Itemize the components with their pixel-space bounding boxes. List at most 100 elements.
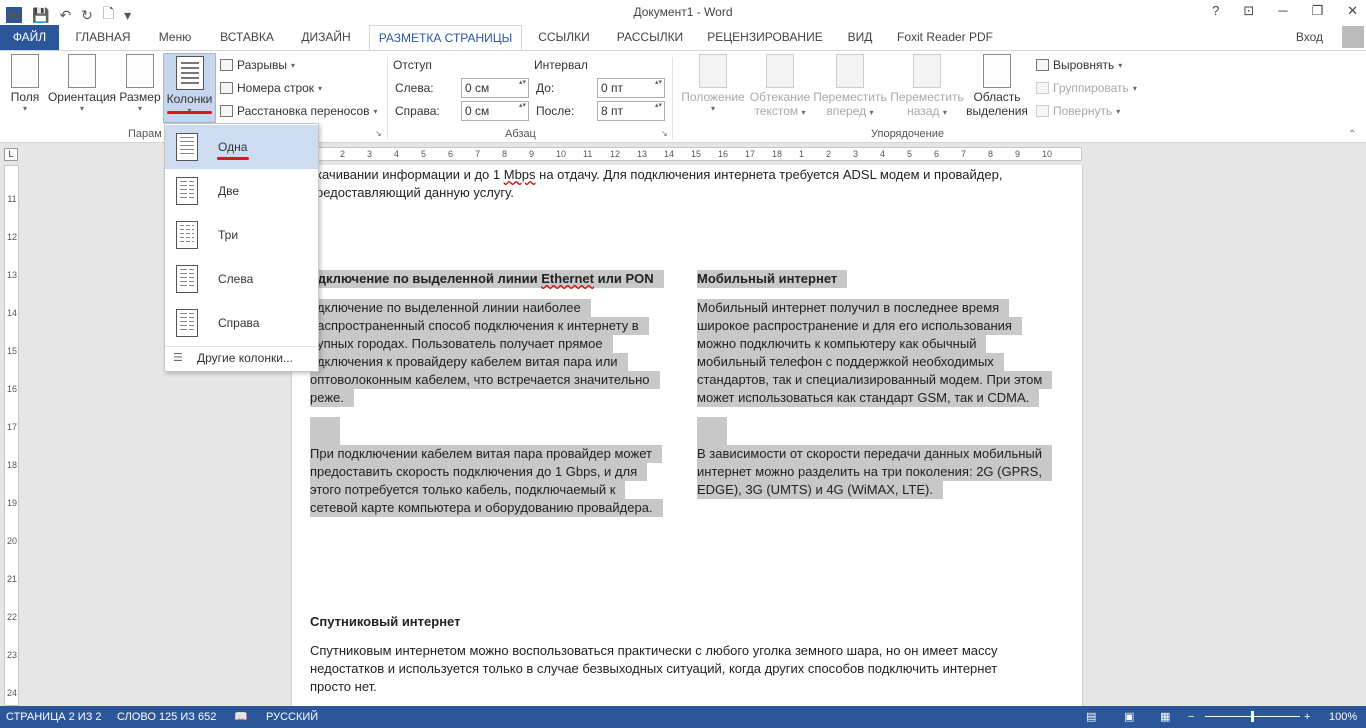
tab-menu[interactable]: Меню [150, 25, 200, 50]
columns-option-label: Слева [218, 272, 254, 286]
hyphenation-button[interactable]: Расстановка переносов ▾ [220, 104, 378, 118]
zoom-slider-handle[interactable] [1251, 711, 1254, 722]
columns-option-three[interactable]: Три [165, 213, 318, 257]
selection-pane-label-2: выделения [966, 104, 1028, 118]
zoom-in-icon[interactable]: + [1304, 706, 1310, 728]
language[interactable]: РУССКИЙ [266, 706, 318, 728]
breaks-button[interactable]: Разрывы ▾ [220, 58, 295, 72]
rotate-icon [1036, 105, 1049, 117]
tab-view[interactable]: ВИД [838, 25, 882, 50]
close-icon[interactable]: ✕ [1347, 3, 1358, 19]
more-columns-icon: ☰ [173, 352, 183, 364]
rotate-button[interactable]: Повернуть ▾ [1036, 104, 1120, 118]
group-divider [387, 57, 388, 139]
text-line: одключение по выделенной линии наиболее [310, 299, 591, 317]
orientation-button[interactable]: Ориентация ▾ [46, 54, 118, 113]
chevron-down-icon: ▾ [373, 106, 378, 116]
dialog-launcher-icon[interactable]: ↘ [661, 129, 668, 138]
tab-file[interactable]: ФАЙЛ [0, 25, 59, 50]
spacing-title: Интервал [534, 58, 588, 72]
word-count[interactable]: СЛОВО 125 ИЗ 652 [117, 706, 216, 728]
ruler-tick-label: 11 [583, 149, 593, 159]
columns-option-right[interactable]: Справа [165, 301, 318, 345]
spacing-after-input[interactable]: 8 пт [597, 101, 665, 121]
selection-pane-label: Область [973, 90, 1021, 104]
spacing-before-input[interactable]: 0 пт [597, 78, 665, 98]
wrap-text-label-2: текстом ▾ [754, 104, 806, 118]
web-layout-icon[interactable]: ▦ [1160, 706, 1170, 728]
size-icon [126, 54, 154, 88]
columns-dropdown-menu: Одна Две Три Слева Справа ☰ Другие колон… [164, 123, 319, 372]
align-label: Выровнять [1053, 58, 1115, 72]
document-page[interactable]: качивании информации и до 1 Mbps на отда… [291, 165, 1083, 706]
wrap-text-button[interactable]: Обтекание текстом ▾ [748, 54, 812, 118]
ruler-tick-label: 1 [799, 149, 805, 159]
position-button[interactable]: Положение ▾ [678, 54, 748, 113]
ruler-tick-label: 18 [6, 460, 17, 470]
columns-option-two[interactable]: Две [165, 169, 318, 213]
tab-mailings[interactable]: РАССЫЛКИ [608, 25, 692, 50]
tab-foxit[interactable]: Foxit Reader PDF [890, 25, 1000, 50]
more-columns-button[interactable]: ☰ Другие колонки... [165, 346, 318, 370]
avatar[interactable] [1342, 26, 1364, 48]
wrap-text-icon [766, 54, 794, 88]
bring-forward-button[interactable]: Переместить вперед ▾ [812, 54, 888, 118]
indent-left-label: Слева: [395, 81, 434, 95]
columns-option-left[interactable]: Слева [165, 257, 318, 301]
dialog-launcher-icon[interactable]: ↘ [375, 129, 382, 138]
read-mode-icon[interactable]: ▤ [1086, 706, 1096, 728]
help-icon[interactable]: ? [1212, 3, 1219, 19]
align-button[interactable]: Выровнять ▾ [1036, 58, 1122, 72]
text-line: этого потребуется только кабель, подключ… [310, 481, 626, 499]
ruler-tick-label: 23 [6, 650, 17, 660]
ruler-tick-label: 22 [6, 612, 17, 622]
text-line: стандартов, так и специализированный мод… [697, 371, 1053, 389]
text-line: сетевой карте компьютера и оборудованию … [310, 499, 663, 517]
text-line: может использоваться как стандарт GSM, т… [697, 389, 1040, 407]
chevron-down-icon: ▾ [1118, 60, 1123, 70]
tab-review[interactable]: РЕЦЕНЗИРОВАНИЕ [700, 25, 830, 50]
tab-design[interactable]: ДИЗАЙН [292, 25, 360, 50]
ruler-tick-label: 6 [448, 149, 454, 159]
send-backward-button[interactable]: Переместить назад ▾ [888, 54, 966, 118]
proofing-icon[interactable]: 📖 [234, 706, 248, 728]
tab-home[interactable]: ГЛАВНАЯ [64, 25, 142, 50]
ruler-tick-label: 14 [664, 149, 675, 159]
satellite-heading: Спутниковый интернет [310, 614, 461, 629]
indent-right-input[interactable]: 0 см [461, 101, 529, 121]
restore-icon[interactable]: ❐ [1311, 3, 1323, 19]
margins-button[interactable]: Поля ▾ [6, 54, 44, 113]
print-layout-icon[interactable]: ▣ [1124, 706, 1134, 728]
page-count[interactable]: СТРАНИЦА 2 ИЗ 2 [6, 706, 102, 728]
vertical-ruler[interactable]: 11 12 13 14 15 16 17 18 19 20 21 22 23 24 [4, 165, 19, 706]
collapse-ribbon-icon[interactable]: ⌃ [1348, 129, 1356, 140]
text-line: просто нет. [310, 679, 377, 694]
ruler-tick-label: 3 [853, 149, 859, 159]
columns-option-one[interactable]: Одна [165, 125, 318, 169]
zoom-level[interactable]: 100% [1329, 706, 1357, 728]
ruler-tick-label: 11 [7, 194, 17, 204]
tab-references[interactable]: ССЫЛКИ [530, 25, 598, 50]
ruler-tick-label: 13 [6, 270, 17, 280]
ruler-tick-label: 17 [6, 422, 17, 432]
selection-pane-button[interactable]: Область выделения [966, 54, 1028, 118]
left-column-paragraph-2: При подключении кабелем витая пара прова… [310, 445, 663, 517]
zoom-out-icon[interactable]: − [1188, 706, 1194, 728]
tab-page-layout[interactable]: РАЗМЕТКА СТРАНИЦЫ [369, 25, 522, 50]
ruler-tick-label: 19 [6, 498, 17, 508]
bring-forward-label-2: вперед ▾ [826, 104, 874, 118]
ruler-tick-label: 24 [6, 688, 17, 698]
ribbon-display-icon[interactable]: ⊡ [1243, 3, 1254, 19]
indent-left-input[interactable]: 0 см [461, 78, 529, 98]
tab-insert[interactable]: ВСТАВКА [212, 25, 282, 50]
horizontal-ruler[interactable]: 12345678910111213141516171812345678910 [308, 147, 1082, 161]
title-bar: W 💾 ↶ ↻ 🗋 ▾ Документ1 - Word ? ⊡ ─ ❐ ✕ [0, 0, 1366, 25]
line-numbers-button[interactable]: Номера строк ▾ [220, 81, 322, 95]
ruler-tick-label: 6 [934, 149, 940, 159]
sign-in-link[interactable]: Вход [1296, 30, 1323, 44]
minimize-icon[interactable]: ─ [1278, 3, 1287, 19]
group-button[interactable]: Группировать ▾ [1036, 81, 1137, 95]
tab-selector-icon[interactable]: L [4, 148, 18, 161]
size-button[interactable]: Размер ▾ [118, 54, 162, 113]
text-line: При подключении кабелем витая пара прова… [310, 445, 662, 463]
